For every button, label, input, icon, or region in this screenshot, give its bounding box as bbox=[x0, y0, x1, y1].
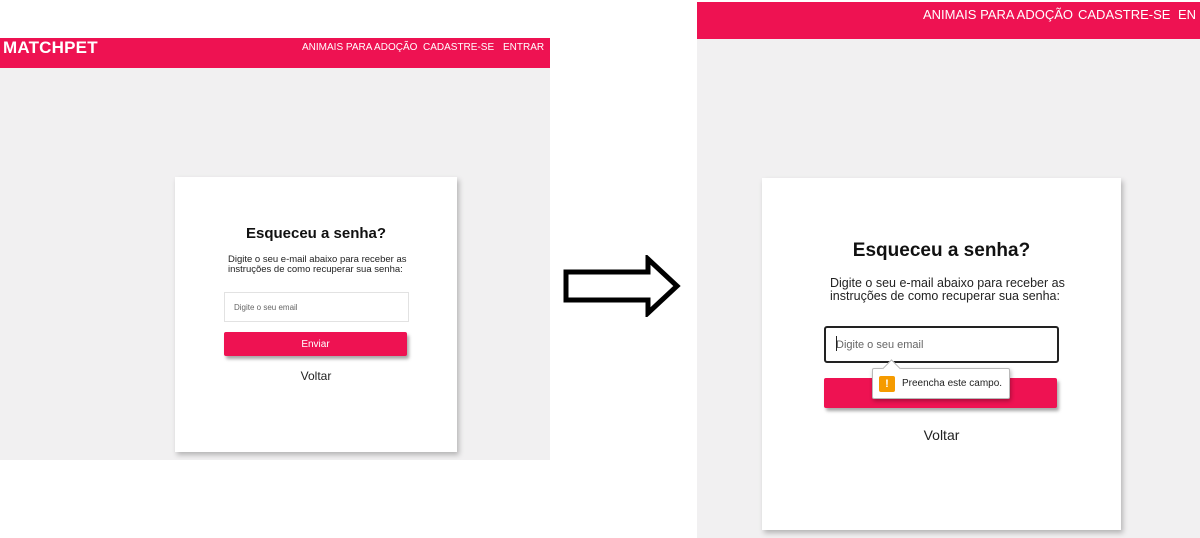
email-input[interactable] bbox=[224, 292, 409, 322]
right-arrow-icon bbox=[563, 255, 681, 317]
brand-logo[interactable]: MATCHPET bbox=[3, 38, 98, 58]
card-title: Esqueceu a senha? bbox=[245, 225, 387, 242]
back-link[interactable]: Voltar bbox=[175, 369, 457, 383]
forgot-password-card: Esqueceu a senha? Digite o seu e-mail ab… bbox=[175, 177, 457, 452]
back-link[interactable]: Voltar bbox=[762, 427, 1121, 443]
warning-icon: ! bbox=[879, 376, 895, 392]
card-description: Digite o seu e-mail abaixo para receber … bbox=[228, 254, 407, 275]
nav-entrar[interactable]: EN bbox=[1178, 7, 1196, 22]
card-description: Digite o seu e-mail abaixo para receber … bbox=[830, 276, 1065, 304]
send-button[interactable]: Enviar bbox=[224, 332, 407, 356]
before-screenshot: MATCHPET ANIMAIS PARA ADOÇÃO CADASTRE-SE… bbox=[0, 38, 550, 460]
validation-message: Preencha este campo. bbox=[902, 378, 1003, 389]
nav-entrar[interactable]: ENTRAR bbox=[503, 42, 544, 53]
top-navbar: ANIMAIS PARA ADOÇÃO CADASTRE-SE EN bbox=[697, 2, 1200, 39]
nav-animais-para-adocao[interactable]: ANIMAIS PARA ADOÇÃO bbox=[923, 7, 1073, 22]
nav-animais-para-adocao[interactable]: ANIMAIS PARA ADOÇÃO bbox=[302, 42, 417, 53]
nav-cadastre-se[interactable]: CADASTRE-SE bbox=[1078, 7, 1170, 22]
text-caret bbox=[836, 336, 837, 351]
card-title: Esqueceu a senha? bbox=[852, 240, 1031, 261]
nav-cadastre-se[interactable]: CADASTRE-SE bbox=[423, 42, 494, 53]
forgot-password-card: Esqueceu a senha? Digite o seu e-mail ab… bbox=[762, 178, 1121, 530]
after-screenshot: ANIMAIS PARA ADOÇÃO CADASTRE-SE EN Esque… bbox=[697, 2, 1200, 538]
top-navbar: MATCHPET ANIMAIS PARA ADOÇÃO CADASTRE-SE… bbox=[0, 38, 550, 68]
email-input[interactable] bbox=[824, 326, 1059, 363]
validation-tooltip: ! Preencha este campo. bbox=[872, 359, 1010, 399]
